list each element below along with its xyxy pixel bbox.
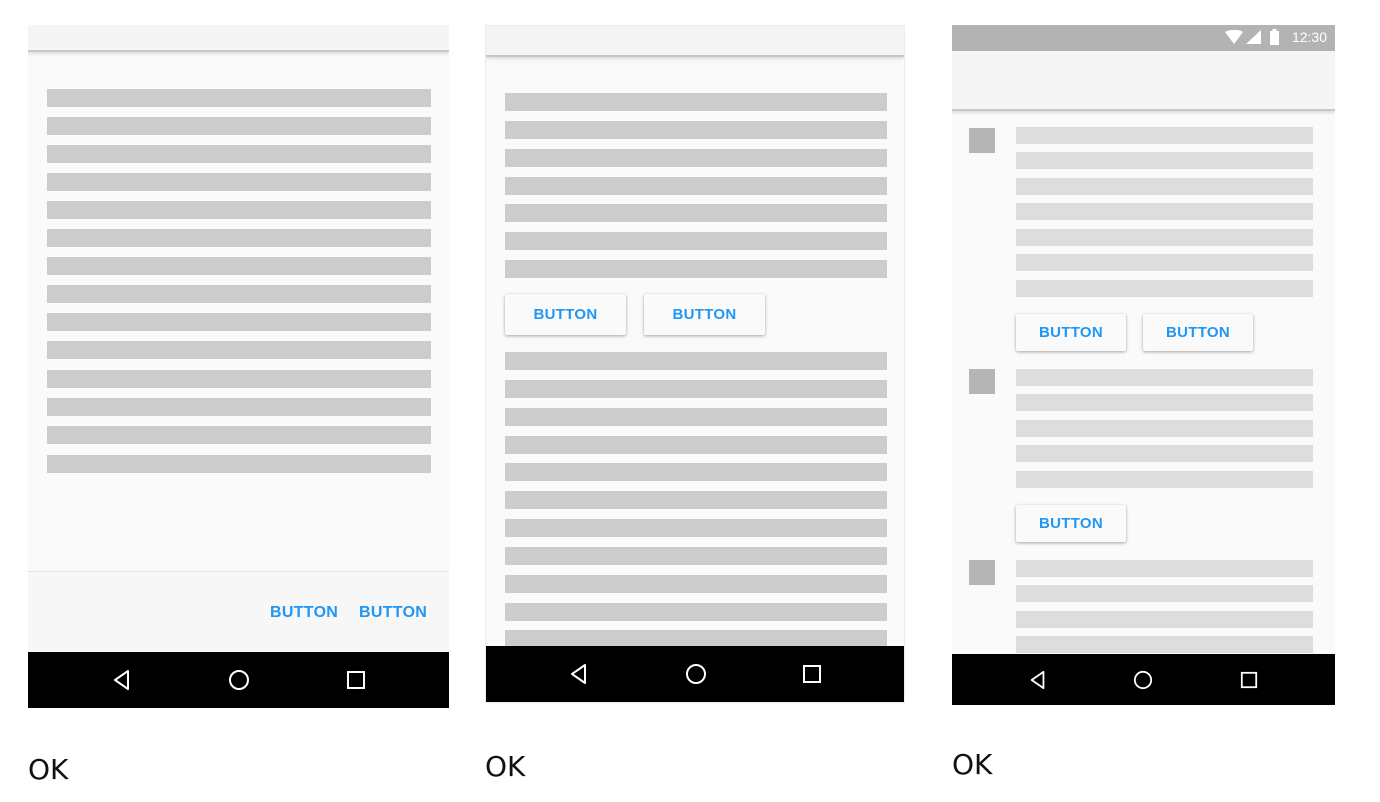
app-bar: [486, 26, 904, 57]
text-placeholder-line: [505, 575, 887, 593]
system-nav-bar: [486, 646, 904, 702]
text-placeholder-line: [505, 232, 887, 250]
text-placeholder-line: [505, 204, 887, 222]
card1-button-2[interactable]: BUTTON: [1143, 314, 1253, 351]
text-placeholder-line: [1016, 420, 1313, 437]
text-placeholder-line: [1016, 636, 1313, 653]
card2-button-1[interactable]: BUTTON: [1016, 505, 1126, 542]
text-placeholder-line: [505, 491, 887, 509]
app-bar: [952, 51, 1335, 111]
caption-ok: OK: [485, 750, 526, 783]
system-nav-bar: [952, 654, 1335, 705]
text-placeholder-line: [505, 408, 887, 426]
text-placeholder-line: [47, 313, 431, 331]
text-placeholder-line: [505, 260, 887, 278]
text-placeholder-line: [1016, 178, 1313, 195]
phone-screen-2: BUTTON BUTTON: [485, 25, 905, 703]
card1-button-1[interactable]: BUTTON: [1016, 314, 1126, 351]
text-placeholder-line: [505, 149, 887, 167]
home-circle-icon[interactable]: [1133, 670, 1153, 690]
text-placeholder-line: [505, 93, 887, 111]
inline-button-1[interactable]: BUTTON: [505, 294, 626, 335]
home-circle-icon[interactable]: [685, 663, 707, 685]
recents-square-icon[interactable]: [346, 670, 366, 690]
text-placeholder-line: [47, 145, 431, 163]
text-placeholder-line: [1016, 471, 1313, 488]
status-time: 12:30: [1291, 29, 1327, 45]
text-placeholder-line: [505, 519, 887, 537]
phone-screen-3: 12:30 BUTTON BUTTON BUTTON: [952, 25, 1335, 705]
text-placeholder-line: [1016, 445, 1313, 462]
text-placeholder-line: [1016, 127, 1313, 144]
back-triangle-icon[interactable]: [568, 663, 590, 685]
text-placeholder-line: [1016, 611, 1313, 628]
wifi-icon: [1225, 29, 1243, 49]
text-placeholder-line: [47, 229, 431, 247]
text-placeholder-line: [1016, 560, 1313, 577]
back-triangle-icon[interactable]: [111, 669, 133, 691]
text-placeholder-line: [1016, 254, 1313, 271]
dialog-footer: BUTTON BUTTON: [28, 571, 449, 653]
footer-button-2[interactable]: BUTTON: [359, 604, 427, 622]
caption-ok: OK: [952, 748, 993, 781]
text-placeholder-line: [1016, 229, 1313, 246]
text-placeholder-line: [505, 121, 887, 139]
signal-icon: [1246, 30, 1261, 49]
system-nav-bar: [28, 652, 449, 708]
text-placeholder-line: [1016, 152, 1313, 169]
back-triangle-icon[interactable]: [1028, 670, 1048, 690]
text-placeholder-line: [47, 341, 431, 359]
recents-square-icon[interactable]: [802, 664, 822, 684]
text-placeholder-line: [47, 117, 431, 135]
text-placeholder-line: [47, 201, 431, 219]
home-circle-icon[interactable]: [228, 669, 250, 691]
text-placeholder-line: [47, 173, 431, 191]
text-placeholder-line: [505, 352, 887, 370]
text-placeholder-line: [47, 257, 431, 275]
inline-button-2[interactable]: BUTTON: [644, 294, 765, 335]
text-placeholder-line: [1016, 369, 1313, 386]
text-placeholder-line: [505, 177, 887, 195]
text-placeholder-line: [1016, 280, 1313, 297]
footer-button-1[interactable]: BUTTON: [270, 604, 338, 622]
text-placeholder-line: [1016, 585, 1313, 602]
text-placeholder-line: [1016, 394, 1313, 411]
caption-ok: OK: [28, 753, 69, 786]
text-placeholder-line: [505, 547, 887, 565]
text-placeholder-line: [47, 398, 431, 416]
recents-square-icon[interactable]: [1240, 671, 1258, 689]
phone-screen-1: BUTTON BUTTON: [28, 25, 449, 708]
text-placeholder-line: [505, 603, 887, 621]
app-bar: [28, 25, 449, 52]
text-placeholder-line: [47, 89, 431, 107]
text-placeholder-line: [505, 436, 887, 454]
text-placeholder-line: [47, 285, 431, 303]
text-placeholder-line: [505, 463, 887, 481]
text-placeholder-line: [47, 455, 431, 473]
battery-icon: [1270, 29, 1279, 50]
status-bar: 12:30: [952, 25, 1335, 51]
avatar-placeholder: [969, 128, 995, 153]
text-placeholder-line: [1016, 203, 1313, 220]
text-placeholder-line: [47, 370, 431, 388]
avatar-placeholder: [969, 560, 995, 585]
avatar-placeholder: [969, 369, 995, 394]
text-placeholder-line: [47, 426, 431, 444]
text-placeholder-line: [505, 380, 887, 398]
